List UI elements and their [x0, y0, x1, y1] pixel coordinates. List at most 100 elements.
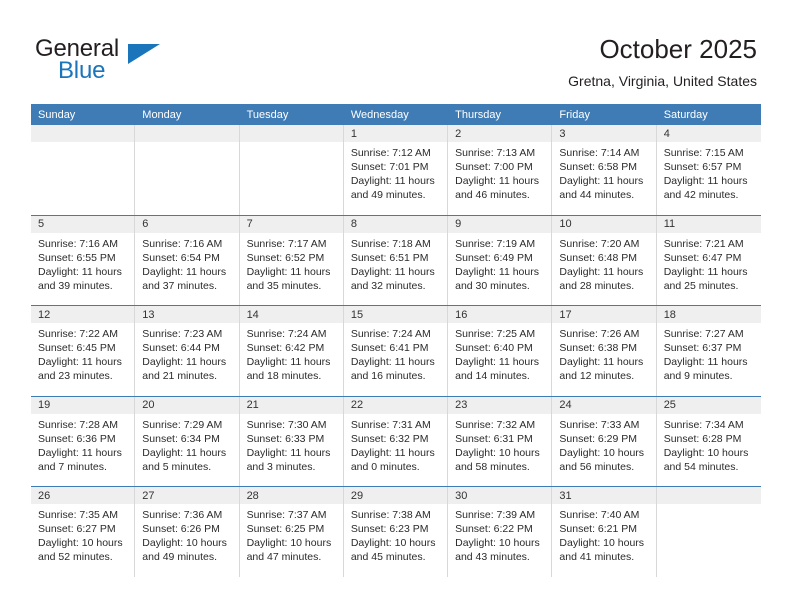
daylight-duration: Daylight: 11 hours [455, 356, 539, 369]
sunrise-time: Sunrise: 7:38 AM [350, 509, 431, 521]
daylight-duration: Daylight: 10 hours [142, 537, 227, 550]
weekday-header-sunday: Sunday [38, 108, 76, 121]
sunrise-time: Sunrise: 7:24 AM [246, 328, 327, 340]
day-cell[interactable]: 23 Sunrise: 7:32 AM Sunset: 6:31 PM Dayligh… [448, 396, 553, 486]
title-block: October 2025 Gretna, Virginia, United St… [568, 33, 757, 90]
day-cell[interactable]: 22 Sunrise: 7:31 AM Sunset: 6:32 PM Dayligh… [343, 396, 449, 486]
sunrise-time: Sunrise: 7:27 AM [663, 328, 744, 340]
sunset-time: Sunset: 6:44 PM [142, 342, 220, 355]
day-cell[interactable]: 25 Sunrise: 7:34 AM Sunset: 6:28 PM Dayligh… [656, 396, 761, 486]
day-sun-info: Sunrise: 7:19 AM Sunset: 6:49 PM Daylight:… [448, 233, 551, 293]
sunrise-time: Sunrise: 7:25 AM [455, 328, 536, 340]
day-cell[interactable]: 12 Sunrise: 7:22 AM Sunset: 6:45 PM Dayligh… [31, 306, 136, 396]
day-sun-info: Sunrise: 7:32 AM Sunset: 6:31 PM Daylight:… [448, 414, 551, 474]
calendar-week-row: 19 Sunrise: 7:28 AM Sunset: 6:36 PM Dayligh… [31, 395, 761, 486]
daylight-duration: and 28 minutes. [559, 279, 635, 292]
day-cell[interactable]: 28 Sunrise: 7:37 AM Sunset: 6:25 PM Dayligh… [239, 487, 344, 577]
day-sun-info: Sunrise: 7:28 AM Sunset: 6:36 PM Daylight:… [31, 414, 134, 474]
day-cell[interactable]: 15 Sunrise: 7:24 AM Sunset: 6:41 PM Dayligh… [343, 306, 449, 396]
weekday-header-thursday: Thursday [455, 108, 501, 121]
day-sun-info: Sunrise: 7:12 AM Sunset: 7:01 PM Daylight:… [344, 142, 447, 202]
day-cell[interactable]: 27 Sunrise: 7:36 AM Sunset: 6:26 PM Dayligh… [135, 487, 240, 577]
day-cell[interactable]: 7 Sunrise: 7:17 AM Sunset: 6:52 PM Daylight… [239, 215, 344, 305]
daylight-duration: Daylight: 11 hours [455, 265, 539, 278]
day-cell[interactable]: 26 Sunrise: 7:35 AM Sunset: 6:27 PM Dayligh… [31, 487, 136, 577]
day-cell[interactable]: 16 Sunrise: 7:25 AM Sunset: 6:40 PM Dayligh… [448, 306, 553, 396]
sunset-time: Sunset: 6:41 PM [350, 342, 429, 355]
sunrise-time: Sunrise: 7:14 AM [559, 147, 640, 159]
day-cell[interactable]: 2 Sunrise: 7:13 AM Sunset: 7:00 PM Daylight… [448, 125, 553, 215]
day-cell[interactable]: 3 Sunrise: 7:14 AM Sunset: 6:58 PM Daylight… [552, 125, 657, 215]
daylight-duration: and 43 minutes. [455, 551, 530, 564]
sunset-time: Sunset: 6:21 PM [559, 523, 638, 536]
day-cell[interactable]: 5 Sunrise: 7:16 AM Sunset: 6:55 PM Daylight… [31, 215, 136, 305]
daylight-duration: Daylight: 11 hours [246, 446, 331, 459]
day-number: 24 [552, 396, 656, 414]
calendar-grid: Sunday Monday Tuesday Wednesday Thursday Frid… [31, 104, 761, 577]
day-sun-info: Sunrise: 7:33 AM Sunset: 6:29 PM Daylight:… [552, 414, 655, 474]
day-cell[interactable]: 13 Sunrise: 7:23 AM Sunset: 6:44 PM Dayligh… [135, 306, 240, 396]
day-sun-info: Sunrise: 7:34 AM Sunset: 6:28 PM Daylight:… [657, 414, 761, 474]
day-number: 31 [552, 487, 656, 504]
weekday-header-saturday: Saturday [663, 108, 708, 121]
daylight-duration: Daylight: 10 hours [38, 537, 123, 550]
general-blue-logo[interactable]: General Blue [35, 36, 235, 88]
daylight-duration: and 37 minutes. [142, 279, 217, 292]
logo-text-blue: Blue [58, 57, 106, 84]
daylight-duration: and 45 minutes. [350, 551, 426, 564]
day-cell[interactable]: 31 Sunrise: 7:40 AM Sunset: 6:21 PM Dayligh… [552, 487, 657, 577]
day-cell[interactable]: 11 Sunrise: 7:21 AM Sunset: 6:47 PM Dayligh… [656, 215, 761, 305]
day-sun-info: Sunrise: 7:25 AM Sunset: 6:40 PM Daylight:… [448, 323, 551, 383]
day-number: 22 [343, 396, 448, 414]
daylight-duration: and 39 minutes. [38, 279, 113, 292]
weekday-header-wednesday: Wednesday [350, 108, 409, 121]
day-number: 30 [448, 487, 552, 504]
day-cell[interactable]: 30 Sunrise: 7:39 AM Sunset: 6:22 PM Dayligh… [448, 487, 553, 577]
sunset-time: Sunset: 6:32 PM [350, 432, 429, 445]
day-cell[interactable]: 18 Sunrise: 7:27 AM Sunset: 6:37 PM Dayligh… [656, 306, 761, 396]
day-cell[interactable]: 20 Sunrise: 7:29 AM Sunset: 6:34 PM Dayligh… [135, 396, 240, 486]
day-cell[interactable]: 6 Sunrise: 7:16 AM Sunset: 6:54 PM Daylight… [135, 215, 240, 305]
day-cell[interactable]: 9 Sunrise: 7:19 AM Sunset: 6:49 PM Daylight… [448, 215, 553, 305]
sunrise-time: Sunrise: 7:33 AM [559, 418, 640, 431]
day-sun-info: Sunrise: 7:40 AM Sunset: 6:21 PM Daylight:… [552, 504, 655, 564]
day-cell[interactable]: 8 Sunrise: 7:18 AM Sunset: 6:51 PM Daylight… [343, 215, 449, 305]
day-cell[interactable]: 29 Sunrise: 7:38 AM Sunset: 6:23 PM Dayligh… [343, 487, 449, 577]
day-number: 2 [448, 125, 552, 142]
day-sun-info: Sunrise: 7:24 AM Sunset: 6:41 PM Daylight:… [344, 323, 447, 383]
day-sun-info: Sunrise: 7:26 AM Sunset: 6:38 PM Daylight:… [552, 323, 655, 383]
day-sun-info: Sunrise: 7:20 AM Sunset: 6:48 PM Daylight:… [552, 233, 655, 293]
sunset-time: Sunset: 6:54 PM [142, 251, 220, 264]
sunrise-time: Sunrise: 7:15 AM [663, 147, 744, 159]
sunrise-time: Sunrise: 7:30 AM [246, 418, 327, 431]
calendar-page: General Blue October 2025 Gretna, Virgin… [0, 0, 792, 612]
sunset-time: Sunset: 6:58 PM [559, 161, 638, 174]
day-cell[interactable]: 24 Sunrise: 7:33 AM Sunset: 6:29 PM Dayligh… [552, 396, 657, 486]
day-number: 17 [552, 306, 656, 323]
sunrise-time: Sunrise: 7:28 AM [38, 418, 118, 431]
day-sun-info: Sunrise: 7:24 AM Sunset: 6:42 PM Daylight:… [240, 323, 343, 383]
day-cell[interactable]: 17 Sunrise: 7:26 AM Sunset: 6:38 PM Dayligh… [552, 306, 657, 396]
day-cell[interactable]: 14 Sunrise: 7:24 AM Sunset: 6:42 PM Dayligh… [239, 306, 344, 396]
sunset-time: Sunset: 6:51 PM [350, 251, 429, 264]
daylight-duration: and 12 minutes. [559, 370, 635, 383]
day-number: 11 [656, 215, 761, 233]
day-cell[interactable]: 19 Sunrise: 7:28 AM Sunset: 6:36 PM Dayligh… [31, 396, 136, 486]
daylight-duration: and 49 minutes. [350, 189, 426, 202]
day-cell[interactable]: 4 Sunrise: 7:15 AM Sunset: 6:57 PM Daylight… [656, 125, 761, 215]
sunrise-time: Sunrise: 7:13 AM [455, 147, 536, 159]
day-cell[interactable]: 1 Sunrise: 7:12 AM Sunset: 7:01 PM Daylight… [343, 125, 449, 215]
sunrise-time: Sunrise: 7:18 AM [350, 237, 431, 250]
day-cell[interactable]: 21 Sunrise: 7:30 AM Sunset: 6:33 PM Dayligh… [239, 396, 344, 486]
daylight-duration: and 21 minutes. [142, 370, 217, 383]
day-sun-info: Sunrise: 7:36 AM Sunset: 6:26 PM Daylight:… [135, 504, 238, 564]
daylight-duration: Daylight: 11 hours [246, 265, 331, 278]
daylight-duration: and 41 minutes. [559, 551, 635, 564]
daylight-duration: and 9 minutes. [663, 370, 733, 383]
day-sun-info: Sunrise: 7:30 AM Sunset: 6:33 PM Daylight:… [240, 414, 343, 474]
day-number: 13 [135, 306, 239, 323]
day-cell[interactable]: 10 Sunrise: 7:20 AM Sunset: 6:48 PM Dayligh… [552, 215, 657, 305]
daylight-duration: and 32 minutes. [350, 279, 426, 292]
day-number: 6 [135, 215, 239, 233]
day-sun-info: Sunrise: 7:31 AM Sunset: 6:32 PM Daylight:… [344, 414, 447, 474]
